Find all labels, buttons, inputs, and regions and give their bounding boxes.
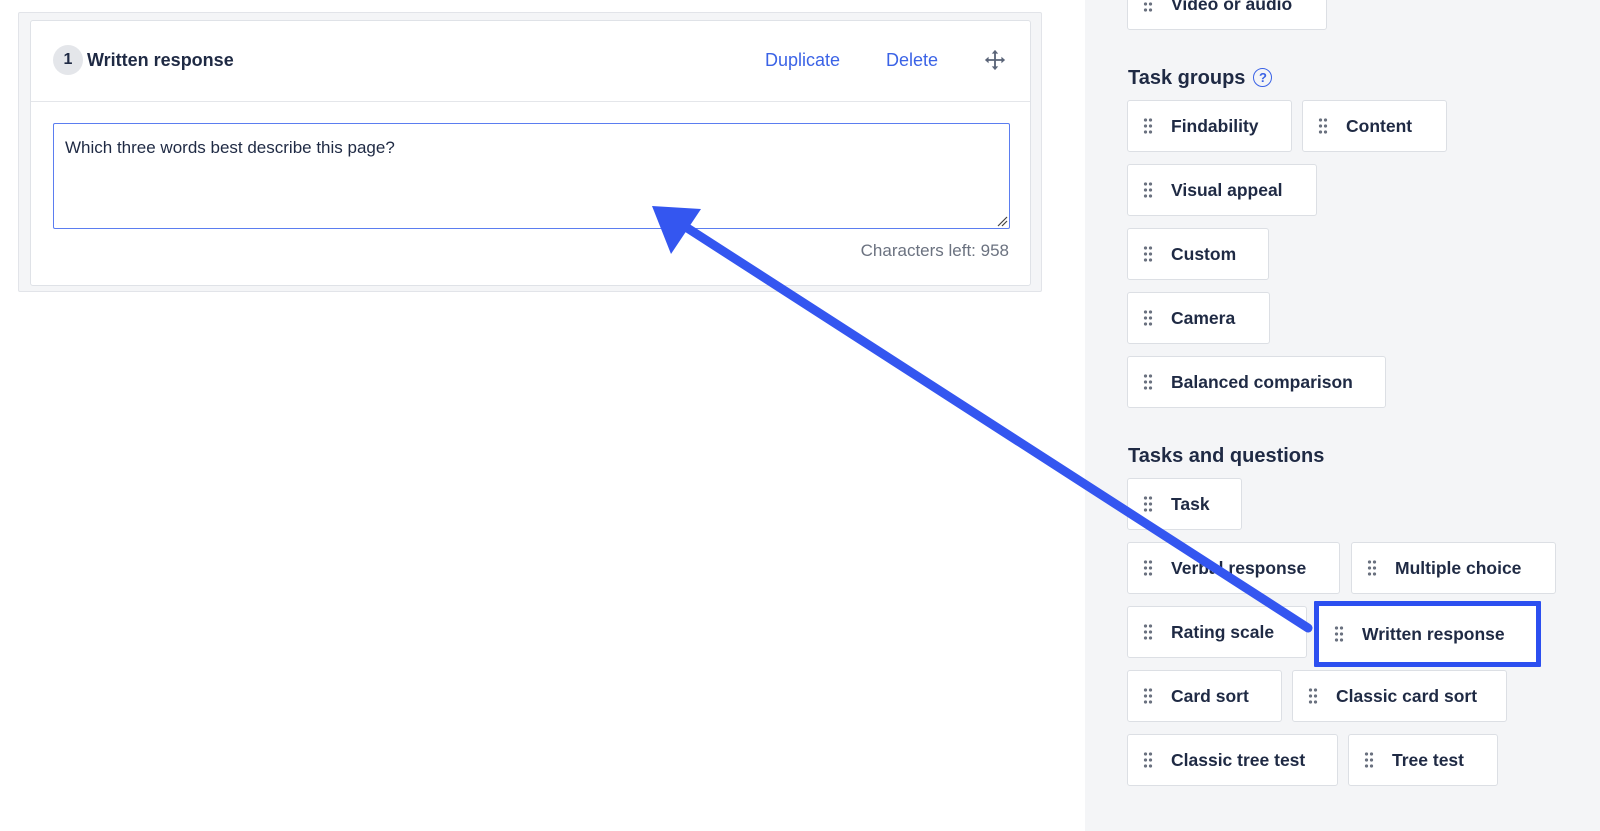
duplicate-button[interactable]: Duplicate (765, 50, 840, 71)
palette-item-content[interactable]: Content (1302, 100, 1447, 152)
palette-item-task[interactable]: Task (1127, 478, 1242, 530)
drag-handle-icon (1143, 623, 1153, 641)
palette-item-classic-card-sort[interactable]: Classic card sort (1292, 670, 1507, 722)
question-editor-panel: 1 Written response Duplicate Delete Whic… (18, 12, 1042, 292)
drag-handle-icon (1143, 495, 1153, 513)
help-circle-icon[interactable]: ? (1253, 68, 1273, 87)
drag-handle-icon (1143, 0, 1153, 13)
question-text-value: Which three words best describe this pag… (65, 138, 395, 157)
drag-handle-icon (1143, 559, 1153, 577)
palette-item-multiple-choice[interactable]: Multiple choice (1351, 542, 1556, 594)
drag-handle-icon (1308, 687, 1318, 705)
palette-item-camera[interactable]: Camera (1127, 292, 1270, 344)
element-palette-sidebar: Video or audio Task groups? Findability … (1085, 0, 1600, 831)
characters-left-counter: Characters left: 958 (860, 241, 1009, 260)
palette-item-card-sort[interactable]: Card sort (1127, 670, 1282, 722)
drag-handle-icon (1143, 117, 1153, 135)
section-title-task-groups: Task groups? (1128, 67, 1273, 90)
resize-grip-icon[interactable] (996, 215, 1008, 227)
palette-item-video-or-audio[interactable]: Video or audio (1127, 0, 1327, 30)
palette-item-custom[interactable]: Custom (1127, 228, 1269, 280)
palette-item-written-response[interactable]: Written response (1314, 601, 1541, 667)
drag-handle-icon (1143, 309, 1153, 327)
move-arrows-icon[interactable] (984, 49, 1006, 71)
drag-handle-icon (1318, 117, 1328, 135)
delete-button[interactable]: Delete (886, 50, 938, 71)
drag-handle-icon (1334, 625, 1344, 643)
drag-handle-icon (1143, 687, 1153, 705)
question-card-header: 1 Written response Duplicate Delete (31, 21, 1030, 102)
drag-handle-icon (1143, 245, 1153, 263)
palette-item-balanced-comparison[interactable]: Balanced comparison (1127, 356, 1386, 408)
question-text-input[interactable]: Which three words best describe this pag… (53, 123, 1010, 229)
palette-item-findability[interactable]: Findability (1127, 100, 1292, 152)
section-title-tasks-and-questions: Tasks and questions (1128, 445, 1325, 467)
drag-handle-icon (1143, 181, 1153, 199)
palette-item-visual-appeal[interactable]: Visual appeal (1127, 164, 1317, 216)
palette-item-rating-scale[interactable]: Rating scale (1127, 606, 1307, 658)
palette-item-tree-test[interactable]: Tree test (1348, 734, 1498, 786)
question-title: Written response (87, 50, 234, 70)
drag-handle-icon (1364, 751, 1374, 769)
palette-item-classic-tree-test[interactable]: Classic tree test (1127, 734, 1338, 786)
question-number-badge: 1 (53, 45, 83, 75)
question-card: 1 Written response Duplicate Delete Whic… (30, 20, 1031, 286)
drag-handle-icon (1367, 559, 1377, 577)
drag-handle-icon (1143, 751, 1153, 769)
palette-item-verbal-response[interactable]: Verbal response (1127, 542, 1340, 594)
drag-handle-icon (1143, 373, 1153, 391)
